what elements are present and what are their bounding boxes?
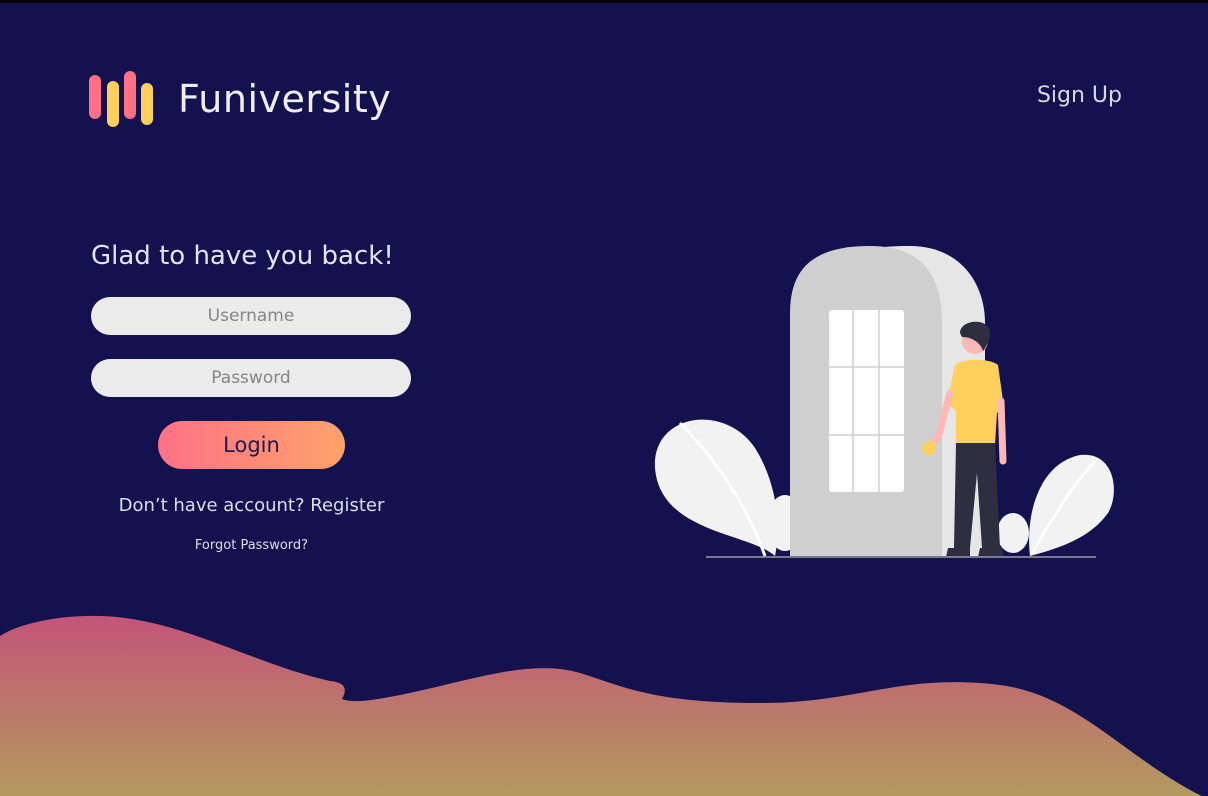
login-button[interactable]: Login — [158, 421, 345, 469]
brand-logo[interactable]: Funiversity — [88, 71, 391, 127]
signup-link[interactable]: Sign Up — [1037, 83, 1122, 108]
welcome-heading: Glad to have you back! — [91, 241, 394, 271]
password-input[interactable] — [91, 359, 411, 397]
forgot-password-link[interactable]: Forgot Password? — [91, 538, 412, 553]
person-at-door-illustration — [654, 246, 1114, 558]
register-prompt-text: Don’t have account? — [118, 495, 305, 516]
login-page: Funiversity Sign Up Glad to have you bac… — [0, 3, 1208, 796]
logo-bars-icon — [89, 71, 153, 127]
brand-name: Funiversity — [178, 77, 392, 121]
username-input[interactable] — [91, 297, 411, 335]
register-link[interactable]: Register — [310, 495, 384, 516]
login-form: Glad to have you back! Login Don’t have … — [91, 241, 412, 553]
register-prompt: Don’t have account? Register — [91, 495, 412, 516]
